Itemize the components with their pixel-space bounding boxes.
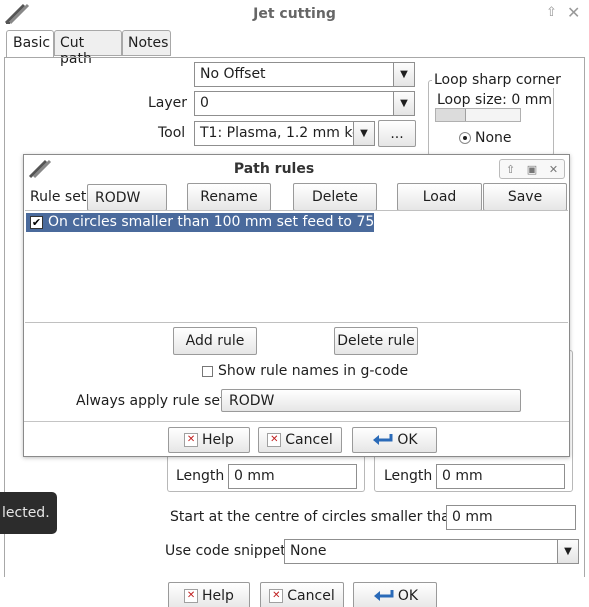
dialog-ok-label: OK: [397, 432, 418, 448]
offset-combo[interactable]: No Offset: [194, 62, 394, 87]
dialog-window-controls: ⇧ ▣ ✕: [499, 159, 565, 179]
offset-dropdown-button[interactable]: ▼: [393, 62, 415, 87]
path-rules-dialog: Path rules ⇧ ▣ ✕ Rule set RODW Rename De…: [23, 154, 570, 457]
code-snippet-label: Use code snippet: [165, 543, 286, 559]
dialog-help-label: Help: [202, 432, 234, 448]
show-names-label: Show rule names in g-code: [218, 363, 409, 379]
slider-handle[interactable]: [436, 109, 466, 121]
loop-size-label: Loop size: 0 mm: [437, 92, 552, 108]
tab-notes[interactable]: Notes: [122, 30, 171, 56]
layer-label: Layer: [148, 95, 188, 111]
dialog-pin-icon[interactable]: ⇧: [506, 163, 515, 176]
dialog-maximize-icon[interactable]: ▣: [527, 163, 537, 176]
start-centre-input[interactable]: 0 mm: [446, 505, 576, 530]
dialog-help-button[interactable]: ✕ Help: [168, 427, 250, 453]
rule-set-label: Rule set: [30, 189, 87, 205]
ok-button[interactable]: OK: [353, 582, 437, 607]
dialog-separator: [24, 421, 569, 422]
tool-label: Tool: [158, 125, 186, 141]
tab-cut-path[interactable]: Cut path: [54, 30, 122, 67]
maximize-icon[interactable]: ⇧: [546, 5, 557, 20]
always-apply-combo[interactable]: RODW: [221, 389, 521, 412]
delete-rule-button[interactable]: Delete rule: [334, 327, 418, 355]
rule-set-value: RODW: [95, 189, 141, 206]
length-label-left: Length: [176, 468, 225, 484]
dialog-close-icon[interactable]: ✕: [549, 163, 558, 176]
layer-combo[interactable]: 0: [194, 91, 394, 116]
add-rule-button[interactable]: Add rule: [173, 327, 257, 355]
rename-button[interactable]: Rename: [187, 183, 271, 211]
length-input-right[interactable]: 0 mm: [436, 464, 565, 489]
help-icon: ✕: [184, 589, 199, 603]
length-label-right: Length: [384, 468, 433, 484]
rule-row[interactable]: ✔ On circles smaller than 100 mm set fee…: [26, 213, 392, 232]
close-icon[interactable]: ✕: [567, 3, 580, 22]
rule-label: On circles smaller than 100 mm set feed …: [48, 214, 393, 230]
load-button[interactable]: Load: [397, 183, 482, 211]
tool-dropdown-button[interactable]: ▼: [353, 121, 375, 146]
rules-list[interactable]: ✔ On circles smaller than 100 mm set fee…: [25, 210, 568, 323]
cancel-icon: ✕: [269, 589, 284, 603]
toast-text: lected.: [2, 505, 50, 521]
loop-corner-title: Loop sharp corner: [432, 72, 563, 88]
dialog-cancel-button[interactable]: ✕ Cancel: [258, 427, 342, 453]
cancel-label: Cancel: [287, 588, 335, 604]
cancel-button[interactable]: ✕ Cancel: [260, 582, 344, 607]
title-bar: Jet cutting ⇧ ✕: [0, 0, 589, 28]
ok-label: OK: [397, 588, 419, 604]
loop-size-slider[interactable]: [435, 108, 521, 122]
delete-button[interactable]: Delete: [293, 183, 377, 211]
rule-set-combo[interactable]: RODW: [87, 184, 167, 211]
save-button[interactable]: Save: [483, 183, 567, 211]
help-label: Help: [202, 588, 234, 604]
window-title: Jet cutting: [253, 6, 336, 22]
code-snippet-dropdown-button[interactable]: ▼: [557, 539, 579, 564]
tool-more-button[interactable]: ...: [378, 120, 416, 147]
ok-arrow-icon: [373, 590, 394, 601]
always-apply-value: RODW: [229, 392, 275, 409]
dialog-ok-button[interactable]: OK: [352, 427, 437, 453]
dialog-cancel-label: Cancel: [285, 432, 333, 448]
loop-none-label: None: [475, 130, 512, 146]
code-snippet-combo[interactable]: None: [284, 539, 558, 564]
tab-strip: Basic Cut path Notes: [4, 28, 589, 67]
layer-dropdown-button[interactable]: ▼: [393, 91, 415, 116]
tab-basic[interactable]: Basic: [6, 30, 54, 58]
dialog-help-icon: ✕: [184, 433, 199, 447]
dialog-title: Path rules: [233, 161, 315, 177]
length-input-left[interactable]: 0 mm: [228, 464, 357, 489]
loop-none-radio[interactable]: [459, 132, 471, 144]
show-names-checkbox[interactable]: [202, 366, 213, 377]
rule-checkbox[interactable]: ✔: [30, 216, 43, 229]
tool-combo[interactable]: T1: Plasma, 1.2 mm kerf: [194, 121, 354, 146]
toast-notification: lected.: [0, 492, 57, 534]
dialog-ok-arrow-icon: [373, 434, 393, 445]
dialog-cancel-icon: ✕: [267, 433, 282, 447]
always-apply-label: Always apply rule set: [76, 393, 226, 409]
help-button[interactable]: ✕ Help: [168, 582, 250, 607]
start-centre-label: Start at the centre of circles smaller t…: [170, 509, 459, 525]
